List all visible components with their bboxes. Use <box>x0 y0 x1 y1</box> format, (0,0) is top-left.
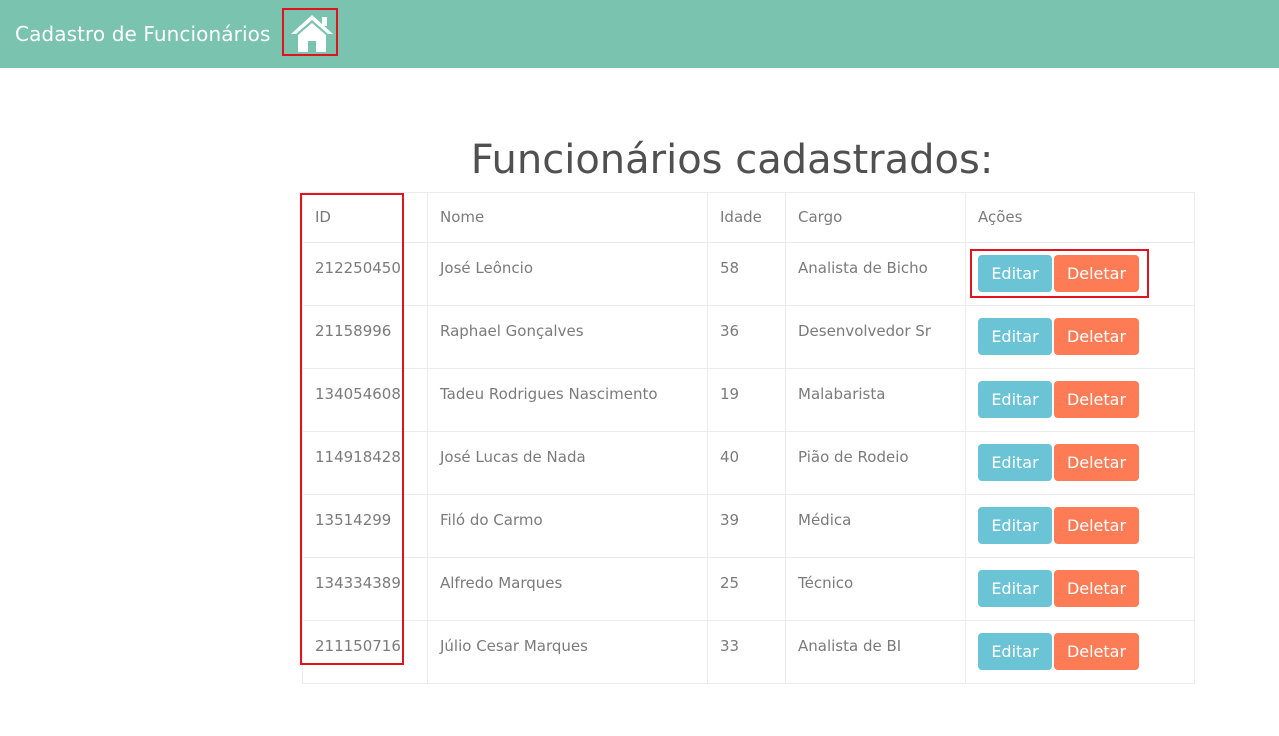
table-row: 212250450 José Leôncio 58 Analista de Bi… <box>302 242 1195 306</box>
header-acoes: Ações <box>965 192 1195 243</box>
cell-cargo: Malabarista <box>785 368 966 432</box>
table-row: 134054608 Tadeu Rodrigues Nascimento 19 … <box>302 368 1195 432</box>
table-header-row: ID Nome Idade Cargo Ações <box>302 192 1195 243</box>
cell-nome: Filó do Carmo <box>427 494 708 558</box>
cell-id: 114918428 <box>302 431 428 495</box>
cell-nome: Tadeu Rodrigues Nascimento <box>427 368 708 432</box>
edit-button[interactable]: Editar <box>978 507 1052 544</box>
cell-id: 134334389 <box>302 557 428 621</box>
cell-actions: Editar Deletar <box>965 368 1195 432</box>
cell-nome: Raphael Gonçalves <box>427 305 708 369</box>
brand-title[interactable]: Cadastro de Funcionários <box>15 21 271 47</box>
table-row: 21158996 Raphael Gonçalves 36 Desenvolve… <box>302 305 1195 369</box>
cell-id: 21158996 <box>302 305 428 369</box>
cell-cargo: Analista de Bicho <box>785 242 966 306</box>
cell-idade: 33 <box>707 620 786 684</box>
delete-button[interactable]: Deletar <box>1054 633 1139 670</box>
cell-nome: Júlio Cesar Marques <box>427 620 708 684</box>
cell-actions: Editar Deletar <box>965 242 1195 306</box>
cell-cargo: Desenvolvedor Sr <box>785 305 966 369</box>
cell-idade: 36 <box>707 305 786 369</box>
header-idade: Idade <box>707 192 786 243</box>
cell-actions: Editar Deletar <box>965 431 1195 495</box>
table-row: 114918428 José Lucas de Nada 40 Pião de … <box>302 431 1195 495</box>
cell-cargo: Pião de Rodeio <box>785 431 966 495</box>
edit-button[interactable]: Editar <box>978 570 1052 607</box>
header-id: ID <box>302 192 428 243</box>
cell-idade: 40 <box>707 431 786 495</box>
cell-cargo: Médica <box>785 494 966 558</box>
delete-button[interactable]: Deletar <box>1054 507 1139 544</box>
cell-cargo: Analista de BI <box>785 620 966 684</box>
header-cargo: Cargo <box>785 192 966 243</box>
edit-button[interactable]: Editar <box>978 318 1052 355</box>
cell-idade: 25 <box>707 557 786 621</box>
employees-table: ID Nome Idade Cargo Ações 212250450 José… <box>302 192 1195 684</box>
cell-nome: José Lucas de Nada <box>427 431 708 495</box>
cell-actions: Editar Deletar <box>965 305 1195 369</box>
edit-button[interactable]: Editar <box>978 255 1052 292</box>
table-row: 211150716 Júlio Cesar Marques 33 Analist… <box>302 620 1195 684</box>
cell-cargo: Técnico <box>785 557 966 621</box>
cell-actions: Editar Deletar <box>965 557 1195 621</box>
cell-nome: Alfredo Marques <box>427 557 708 621</box>
edit-button[interactable]: Editar <box>978 381 1052 418</box>
delete-button[interactable]: Deletar <box>1054 318 1139 355</box>
cell-nome: José Leôncio <box>427 242 708 306</box>
home-icon <box>291 15 333 52</box>
table-row: 134334389 Alfredo Marques 25 Técnico Edi… <box>302 557 1195 621</box>
cell-id: 211150716 <box>302 620 428 684</box>
header-nome: Nome <box>427 192 708 243</box>
delete-button[interactable]: Deletar <box>1054 444 1139 481</box>
edit-button[interactable]: Editar <box>978 633 1052 670</box>
delete-button[interactable]: Deletar <box>1054 570 1139 607</box>
navbar: Cadastro de Funcionários <box>0 0 1279 68</box>
cell-id: 212250450 <box>302 242 428 306</box>
cell-id: 13514299 <box>302 494 428 558</box>
delete-button[interactable]: Deletar <box>1054 255 1139 292</box>
cell-actions: Editar Deletar <box>965 620 1195 684</box>
cell-idade: 39 <box>707 494 786 558</box>
cell-idade: 19 <box>707 368 786 432</box>
cell-idade: 58 <box>707 242 786 306</box>
delete-button[interactable]: Deletar <box>1054 381 1139 418</box>
cell-id: 134054608 <box>302 368 428 432</box>
cell-actions: Editar Deletar <box>965 494 1195 558</box>
edit-button[interactable]: Editar <box>978 444 1052 481</box>
home-button[interactable] <box>282 8 338 56</box>
page-title: Funcionários cadastrados: <box>470 137 994 183</box>
table-row: 13514299 Filó do Carmo 39 Médica Editar D… <box>302 494 1195 558</box>
